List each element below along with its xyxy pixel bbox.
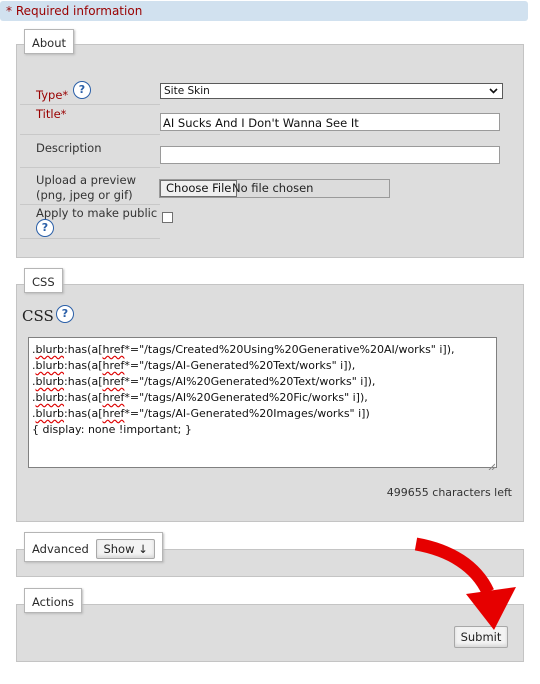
public-checkbox[interactable] [162,212,173,223]
spellcheck-word: href [102,359,125,372]
css-code-line: .blurb:has(a[href*="/tags/AI-Generated%2… [32,406,493,422]
spellcheck-word: blurb [35,391,65,404]
spellcheck-word: blurb [35,359,65,372]
css-code-line: .blurb:has(a[href*="/tags/Created%20Usin… [32,342,493,358]
actions-legend: Actions [24,588,83,613]
preview-label-line2: (png, jpeg or gif) [36,188,133,202]
divider [20,104,160,105]
public-label: Apply to make public [36,206,158,220]
css-help-icon[interactable]: ? [56,305,74,323]
description-input[interactable] [160,146,500,164]
css-text: :has(a[ [64,407,103,420]
css-text: *="/tags/Created%20Using%20Generative%20… [124,343,455,356]
file-status-text: No file chosen [232,181,314,195]
css-text: *="/tags/AI-Generated%20Images/works" i]… [124,407,370,420]
description-label: Description [36,141,102,155]
about-legend: About [24,29,75,54]
css-code-line: .blurb:has(a[href*="/tags/AI%20Generated… [32,390,493,406]
advanced-show-button[interactable]: Show ↓ [96,539,155,559]
css-text: *="/tags/AI-Generated%20Text/works" i]), [124,359,356,372]
type-select-value: Site Skin [164,85,210,97]
red-curved-arrow-icon [414,537,516,630]
css-text: *="/tags/AI%20Generated%20Text/works" i]… [124,375,376,388]
css-code-line: .blurb:has(a[href*="/tags/AI%20Generated… [32,374,493,390]
type-help-icon[interactable]: ? [73,81,91,99]
type-select[interactable]: Site Skin [160,83,503,99]
divider [20,167,160,168]
spellcheck-word: href [102,343,125,356]
css-code-line: .blurb:has(a[href*="/tags/AI-Generated%2… [32,358,493,374]
public-help-icon[interactable]: ? [36,219,54,237]
css-heading: CSS [22,307,54,325]
spellcheck-word: blurb [35,343,65,356]
css-text: :has(a[ [64,343,103,356]
advanced-label: Advanced [32,542,89,556]
css-text: :has(a[ [64,359,103,372]
css-textarea[interactable]: .blurb:has(a[href*="/tags/Created%20Usin… [28,337,497,471]
spellcheck-word: blurb [35,407,65,420]
divider [20,134,160,135]
spellcheck-word: href [102,391,125,404]
spellcheck-word: href [102,407,125,420]
css-code-line: { display: none !important; } [32,423,192,436]
spellcheck-word: href [102,375,125,388]
title-input[interactable]: AI Sucks And I Don't Wanna See It [160,113,500,131]
characters-left: 499655 characters left [386,486,512,499]
chevron-down-icon [489,84,498,103]
required-notice: * Required information [0,1,528,21]
title-label: Title* [36,107,67,121]
css-text: *="/tags/AI%20Generated%20Fic/works" i])… [124,391,368,404]
spellcheck-word: blurb [35,375,65,388]
css-text: :has(a[ [64,391,103,404]
css-legend: CSS [24,268,63,293]
advanced-legend: Advanced Show ↓ [24,532,163,562]
divider [20,238,160,239]
css-code-lines: .blurb:has(a[href*="/tags/Created%20Usin… [32,342,493,422]
type-label: Type* [36,88,69,102]
divider [20,204,160,205]
css-text: :has(a[ [64,375,103,388]
resize-handle-icon[interactable] [488,459,496,471]
choose-file-button[interactable]: Choose File [160,180,238,197]
preview-file-input: Choose File No file chosen [159,179,390,198]
preview-label-line1: Upload a preview [36,173,136,187]
